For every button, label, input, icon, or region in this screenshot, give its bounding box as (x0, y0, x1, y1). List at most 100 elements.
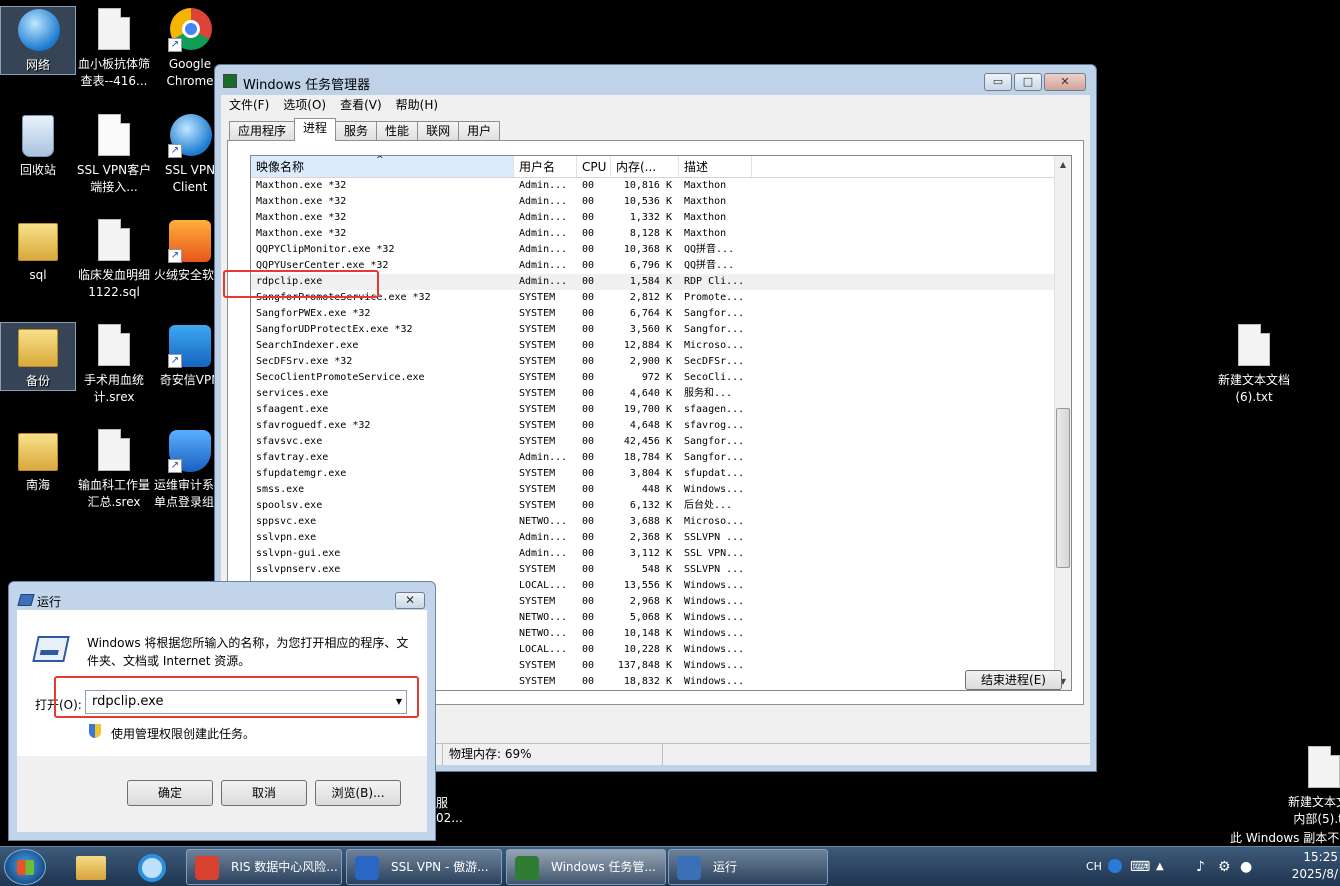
table-row[interactable]: Maxthon.exe *32 Admin... 00 8,128 K Maxthon (251, 226, 1071, 242)
doc-icon (1230, 322, 1278, 370)
task-manager-titlebar[interactable]: Windows 任务管理器 ▭ □ ✕ (215, 65, 1096, 97)
maximize-button[interactable]: □ (1014, 73, 1042, 91)
desktop-icon-4[interactable]: SSL VPN客户端接入... (76, 112, 152, 196)
tab-services[interactable]: 服务 (335, 121, 378, 141)
table-row[interactable]: QQPYClipMonitor.exe *32 Admin... 00 10,368 … (251, 242, 1071, 258)
globe-icon (14, 7, 62, 55)
desktop-icon-13[interactable]: 输血科工作量汇总.srex (76, 427, 152, 511)
scroll-thumb[interactable] (1056, 408, 1070, 568)
taskbar-task-1[interactable]: SSL VPN - 傲游... (346, 849, 502, 885)
ok-button[interactable]: 确定 (127, 780, 213, 806)
desktop-icon-label: 临床发血明细1122.sql (77, 268, 150, 299)
table-row[interactable]: smss.exe SYSTEM 00 448 K Windows... (251, 482, 1071, 498)
desktop-icon-15[interactable]: 新建文本文档 (6).txt (1216, 322, 1292, 406)
desktop-icon-10[interactable]: 手术用血统计.srex (76, 322, 152, 406)
keyboard-icon[interactable]: ⌨ (1130, 847, 1150, 886)
table-row[interactable]: SangforUDProtectEx.exe *32 SYSTEM 00 3,560 … (251, 322, 1071, 338)
tray-language[interactable]: CH (1086, 847, 1102, 886)
table-row[interactable]: SecDFSrv.exe *32 SYSTEM 00 2,900 K SecDFSr..… (251, 354, 1071, 370)
cell-description: Maxthon (684, 228, 727, 239)
process-list-scrollbar[interactable]: ▲ ▼ (1054, 156, 1071, 690)
table-row[interactable]: sfupdatemgr.exe SYSTEM 00 3,804 K sfupdat... (251, 466, 1071, 482)
menu-help[interactable]: 帮助(H) (396, 95, 438, 115)
table-row[interactable]: Maxthon.exe *32 Admin... 00 1,332 K Maxthon (251, 210, 1071, 226)
desktop-icon-6[interactable]: sql (0, 217, 76, 284)
tab-users[interactable]: 用户 (458, 121, 501, 141)
close-button[interactable]: ✕ (1044, 73, 1086, 91)
table-row[interactable]: sfavsvc.exe SYSTEM 00 42,456 K Sangfor... (251, 434, 1071, 450)
cell-description: RDP Cli... (684, 276, 745, 287)
cell-memory: 2,368 K (629, 532, 672, 543)
tab-networking[interactable]: 联网 (417, 121, 460, 141)
ie-pin[interactable] (124, 850, 180, 884)
table-row[interactable]: SearchIndexer.exe SYSTEM 00 12,884 K Microso… (251, 338, 1071, 354)
column-cpu[interactable]: CPU (577, 156, 611, 177)
cell-user: Admin... (519, 212, 568, 223)
end-process-button[interactable]: 结束进程(E) (965, 670, 1062, 690)
table-row[interactable]: sslvpn-gui.exe Admin... 00 3,112 K SSL VPN..… (251, 546, 1071, 562)
table-row[interactable]: Maxthon.exe *32 Admin... 00 10,536 K Maxthon (251, 194, 1071, 210)
table-row[interactable]: sppsvc.exe NETWO... 00 3,688 K Microso... (251, 514, 1071, 530)
cell-cpu: 00 (582, 580, 595, 591)
cell-cpu: 00 (582, 324, 595, 335)
column-image-name[interactable]: 映像名称 ^ (251, 156, 514, 177)
cell-memory: 548 K (641, 564, 672, 575)
column-user-name[interactable]: 用户名 (514, 156, 577, 177)
cell-cpu: 00 (582, 372, 595, 383)
taskbar-task-2[interactable]: Windows 任务管... (506, 849, 666, 885)
table-row[interactable]: sfaagent.exe SYSTEM 00 19,700 K sfaagen... (251, 402, 1071, 418)
table-row[interactable]: sfavtray.exe Admin... 00 18,784 K Sangfor... (251, 450, 1071, 466)
column-memory[interactable]: 内存(... (611, 156, 679, 177)
volume-icon[interactable]: ♪ (1196, 847, 1205, 886)
desktop-icon-12[interactable]: 南海 (0, 427, 76, 494)
tab-applications[interactable]: 应用程序 (229, 121, 296, 141)
cell-cpu: 00 (582, 644, 595, 655)
shortcut-arrow-icon: ↗ (168, 249, 182, 263)
table-row[interactable]: sslvpn.exe Admin... 00 2,368 K SSLVPN ... (251, 530, 1071, 546)
cell-image: Maxthon.exe *32 (256, 180, 347, 191)
desktop-icon-7[interactable]: 临床发血明细1122.sql (76, 217, 152, 301)
desktop-icon-1[interactable]: 血小板抗体筛查表--416... (76, 6, 152, 90)
table-row[interactable]: SangforPWEx.exe *32 SYSTEM 00 6,764 K Sangfo… (251, 306, 1071, 322)
tab-processes[interactable]: 进程 (294, 118, 337, 141)
status-memory: 物理内存: 69% (443, 744, 663, 765)
cell-description: SSLVPN ... (684, 564, 745, 575)
task-manager-app-icon (223, 74, 237, 88)
cell-image: SecoClientPromoteService.exe (256, 372, 425, 383)
table-row[interactable]: Maxthon.exe *32 Admin... 00 10,816 K Maxthon (251, 178, 1071, 194)
start-button[interactable] (4, 849, 46, 885)
browse-button[interactable]: 浏览(B)... (315, 780, 401, 806)
menu-view[interactable]: 查看(V) (340, 95, 382, 115)
table-row[interactable]: services.exe SYSTEM 00 4,640 K 服务和... (251, 386, 1071, 402)
table-row[interactable]: sslvpnserv.exe SYSTEM 00 548 K SSLVPN ... (251, 562, 1071, 578)
run-close-button[interactable]: ✕ (395, 592, 425, 609)
cell-description: Sangfor... (684, 452, 745, 463)
security-tray-icon[interactable]: ● (1240, 847, 1252, 886)
clock[interactable]: 15:25 2025/8/ (1292, 849, 1338, 883)
tray-expand-icon[interactable]: ▲ (1156, 847, 1164, 886)
table-row[interactable]: SecoClientPromoteService.exe SYSTEM 00 972 … (251, 370, 1071, 386)
explorer-pin[interactable] (62, 850, 118, 884)
minimize-button[interactable]: ▭ (984, 73, 1012, 91)
menu-options[interactable]: 选项(O) (283, 95, 326, 115)
taskbar-task-0[interactable]: RIS 数据中心风险... (186, 849, 342, 885)
table-row[interactable]: spoolsv.exe SYSTEM 00 6,132 K 后台处... (251, 498, 1071, 514)
cell-description: Maxthon (684, 212, 727, 223)
taskbar-task-3[interactable]: 运行 (668, 849, 828, 885)
cell-cpu: 00 (582, 356, 595, 367)
column-description[interactable]: 描述 (679, 156, 752, 177)
desktop-icon-0[interactable]: 网络 (0, 6, 76, 75)
cell-memory: 3,688 K (629, 516, 672, 527)
help-icon[interactable] (1108, 859, 1122, 873)
tab-performance[interactable]: 性能 (376, 121, 419, 141)
menu-file[interactable]: 文件(F) (229, 95, 269, 115)
network-icon[interactable]: ⚙ (1218, 847, 1231, 886)
desktop-icon-9[interactable]: 备份 (0, 322, 76, 391)
cancel-button[interactable]: 取消 (221, 780, 307, 806)
desktop-icon-3[interactable]: 回收站 (0, 112, 76, 179)
scroll-up-icon[interactable]: ▲ (1055, 156, 1071, 173)
table-row[interactable]: sfavroguedf.exe *32 SYSTEM 00 4,648 K sfavro… (251, 418, 1071, 434)
cell-image: sslvpnserv.exe (256, 564, 341, 575)
cell-image: services.exe (256, 388, 329, 399)
desktop-icon-16[interactable]: 新建文本文档内部(5).txt (1286, 744, 1340, 828)
